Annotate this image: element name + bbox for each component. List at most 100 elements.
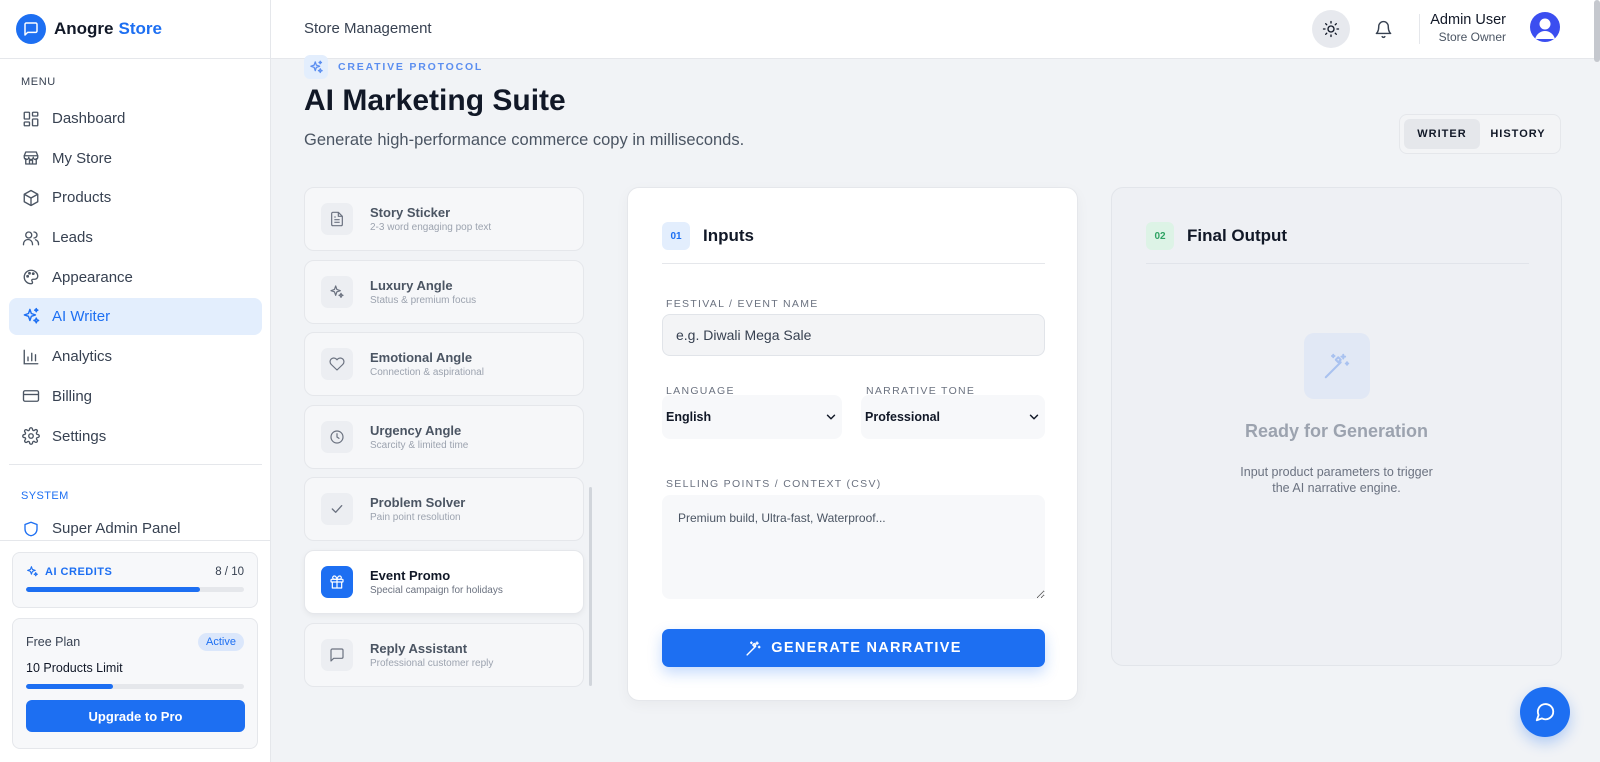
language-value: English (666, 410, 712, 424)
template-event-promo[interactable]: Event Promo Special campaign for holidays (304, 549, 584, 614)
user-name[interactable]: Admin User (1430, 12, 1506, 28)
theme-toggle-button[interactable] (1312, 10, 1350, 48)
template-problem-solver[interactable]: Problem Solver Pain point resolution (304, 477, 584, 542)
credits-label: AI CREDITS (45, 565, 113, 578)
notifications-button[interactable] (1364, 10, 1402, 48)
chat-logo-icon (16, 14, 46, 44)
menu-label: MENU (21, 76, 56, 88)
output-placeholder-subtitle: Input product parameters to trigger the … (1240, 465, 1433, 495)
credits-label-wrap: AI CREDITS (26, 565, 112, 578)
view-switch: WRITER HISTORY (1399, 114, 1561, 154)
template-subtitle: Special campaign for holidays (370, 584, 503, 596)
gear-icon (21, 426, 41, 446)
tone-select[interactable]: Professional (861, 395, 1045, 439)
sidebar-bottom-divider (0, 540, 271, 541)
clock-icon (321, 420, 353, 453)
sparkles-icon (321, 275, 353, 308)
upgrade-button[interactable]: Upgrade to Pro (26, 700, 245, 732)
heart-icon (321, 348, 353, 381)
generate-button[interactable]: GENERATE NARRATIVE (662, 629, 1045, 667)
page-subtitle: Generate high-performance commerce copy … (304, 131, 745, 149)
header-title: Store Management (304, 20, 432, 37)
sidebar-item-label: Products (52, 189, 112, 207)
sidebar: Anogre Store MENU Dashboard My Store Pro… (0, 0, 271, 762)
template-list-scrollbar[interactable] (589, 487, 592, 686)
generate-label: GENERATE NARRATIVE (771, 640, 962, 656)
template-title: Urgency Angle (370, 422, 462, 438)
brand[interactable]: Anogre Store (0, 0, 270, 59)
page-scrollbar[interactable] (1594, 0, 1600, 62)
event-name-input[interactable] (662, 314, 1045, 356)
sidebar-item-my-store[interactable]: My Store (9, 140, 262, 177)
template-urgency-angle[interactable]: Urgency Angle Scarcity & limited time (304, 404, 584, 469)
avatar[interactable] (1530, 12, 1560, 42)
eyebrow: CREATIVE PROTOCOL (304, 55, 483, 79)
users-icon (21, 228, 41, 248)
sparkles-icon (27, 566, 38, 577)
template-title: Event Promo (370, 567, 451, 583)
sidebar-item-settings[interactable]: Settings (9, 418, 262, 455)
bar-chart-icon (21, 347, 41, 367)
sidebar-item-leads[interactable]: Leads (9, 219, 262, 256)
sidebar-item-label: My Store (52, 149, 113, 167)
tab-writer[interactable]: WRITER (1404, 119, 1480, 149)
sidebar-item-dashboard[interactable]: Dashboard (9, 100, 262, 137)
header-divider (1419, 14, 1420, 44)
sidebar-item-products[interactable]: Products (9, 179, 262, 216)
sidebar-item-billing[interactable]: Billing (9, 378, 262, 415)
palette-icon (21, 267, 41, 287)
plan-progress-bar (26, 684, 244, 689)
template-title: Reply Assistant (370, 640, 468, 656)
template-emotional-angle[interactable]: Emotional Angle Connection & aspirational (304, 332, 584, 397)
template-subtitle: Pain point resolution (370, 512, 461, 524)
template-title: Problem Solver (370, 495, 466, 511)
language-select[interactable]: English (662, 395, 842, 439)
sparkles-icon (304, 55, 328, 79)
sidebar-item-label: Appearance (52, 268, 133, 286)
output-placeholder: Ready for Generation Input product param… (1112, 333, 1561, 496)
inputs-divider (662, 263, 1045, 264)
template-story-sticker[interactable]: Story Sticker 2-3 word engaging pop text (304, 187, 584, 251)
bell-icon (1375, 20, 1391, 38)
output-title: Final Output (1187, 226, 1288, 245)
message-icon (321, 638, 353, 671)
template-subtitle: 2-3 word engaging pop text (370, 222, 492, 233)
chat-support-button[interactable] (1520, 687, 1570, 737)
tab-history[interactable]: HISTORY (1480, 119, 1556, 149)
top-header: Store Management Admin User Store Owner (271, 0, 1600, 59)
store-icon (21, 148, 41, 168)
sun-icon (1322, 20, 1340, 38)
plan-progress-fill (26, 684, 114, 689)
magic-wand-icon (746, 640, 761, 656)
sidebar-item-ai-writer[interactable]: AI Writer (9, 298, 262, 336)
template-reply-assistant[interactable]: Reply Assistant Professional customer rep… (304, 622, 584, 687)
check-icon (321, 493, 353, 526)
sidebar-item-label: Settings (52, 427, 107, 445)
sidebar-item-appearance[interactable]: Appearance (9, 259, 262, 296)
dashboard-icon (21, 109, 41, 129)
sidebar-item-analytics[interactable]: Analytics (9, 338, 262, 375)
sidebar-item-label: AI Writer (52, 308, 111, 326)
credit-card-icon (21, 386, 41, 406)
eyebrow-text: CREATIVE PROTOCOL (338, 61, 484, 73)
sidebar-item-label: Dashboard (52, 110, 126, 127)
ai-credits-card: AI CREDITS 8 / 10 (12, 552, 258, 608)
template-luxury-angle[interactable]: Luxury Angle Status & premium focus (304, 259, 584, 324)
credits-progress-bar (26, 587, 244, 592)
context-textarea[interactable] (662, 495, 1045, 599)
credits-progress-fill (26, 587, 201, 592)
plan-card: Free Plan Active 10 Products Limit Upgra… (12, 618, 258, 749)
user-role: Store Owner (1438, 30, 1506, 44)
template-title: Luxury Angle (370, 277, 453, 293)
output-divider (1146, 263, 1529, 264)
sidebar-nav: Dashboard My Store Products Leads Appear… (9, 100, 262, 457)
sidebar-item-super-admin[interactable]: Super Admin Panel (9, 510, 262, 547)
shield-icon (21, 519, 41, 539)
template-subtitle: Scarcity & limited time (370, 439, 469, 451)
system-label: SYSTEM (21, 490, 69, 502)
sidebar-item-label: Billing (52, 387, 93, 405)
template-title: Emotional Angle (370, 350, 473, 366)
template-list: Story Sticker 2-3 word engaging pop text … (304, 187, 584, 695)
box-icon (21, 188, 41, 208)
step-badge: 02 (1146, 222, 1174, 250)
